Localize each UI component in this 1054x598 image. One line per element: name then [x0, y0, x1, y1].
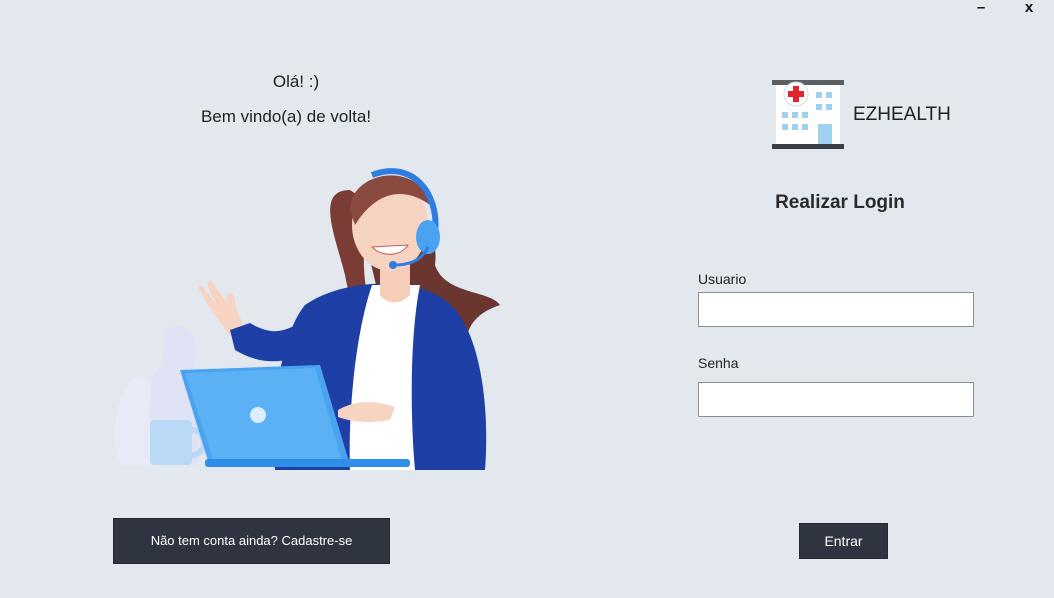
greeting-subtitle: Bem vindo(a) de volta! — [200, 107, 372, 126]
username-label: Usuario — [698, 271, 747, 287]
password-label: Senha — [698, 355, 739, 371]
minimize-button[interactable]: – — [972, 0, 990, 18]
support-agent-illustration — [114, 168, 500, 470]
password-input[interactable] — [698, 382, 974, 417]
greeting-title: Olá! :) — [272, 72, 320, 91]
username-input[interactable] — [698, 292, 974, 327]
login-title: Realizar Login — [775, 192, 905, 213]
brand-name: EZHEALTH — [853, 104, 951, 125]
login-window: – x Olá! :) Bem vindo(a) de volta! EZHEA… — [0, 0, 1054, 598]
register-button[interactable]: Não tem conta ainda? Cadastre-se — [113, 518, 390, 564]
close-button[interactable]: x — [1020, 0, 1038, 18]
login-button[interactable]: Entrar — [799, 523, 888, 559]
hospital-icon — [772, 80, 844, 149]
